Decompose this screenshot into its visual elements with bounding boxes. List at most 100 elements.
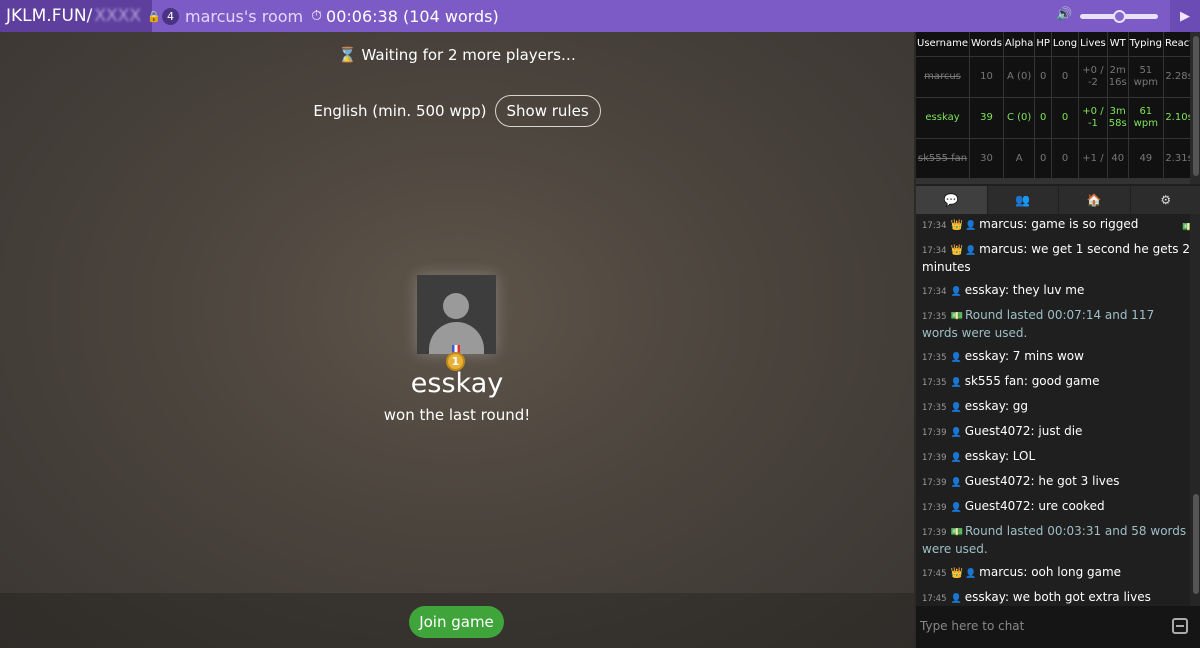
message-author[interactable]: esskay <box>965 449 1005 463</box>
chat-message: 17:35 👤 esskay: gg <box>922 396 1190 418</box>
message-author[interactable]: Guest4072 <box>965 499 1031 513</box>
message-time: 17:39 <box>922 453 947 463</box>
column-header[interactable]: HP <box>1034 32 1052 56</box>
cell-lives: +0 / -1 <box>1078 96 1108 138</box>
message-time: 17:39 <box>922 428 947 438</box>
tab-room[interactable]: 🏠 <box>1059 186 1131 214</box>
message-author[interactable]: esskay <box>965 399 1005 413</box>
round-timer: 00:06:38 (104 words) <box>326 6 499 26</box>
column-header[interactable]: Long <box>1051 32 1080 56</box>
chat-message: 17:35 👤 esskay: 7 mins wow <box>922 346 1190 368</box>
cell-username: sk555 fan <box>916 137 970 179</box>
user-icon: 👤 <box>950 378 962 388</box>
scrollbar-thumb[interactable] <box>1193 494 1199 594</box>
message-author[interactable]: marcus <box>979 217 1023 231</box>
message-author[interactable]: Guest4072 <box>965 424 1031 438</box>
cell-username: esskay <box>916 96 970 138</box>
room-name: marcus's room <box>185 6 304 26</box>
message-text: ure cooked <box>1038 499 1105 513</box>
winner-name: esskay <box>410 368 504 399</box>
stats-horizontal-scrollbar[interactable] <box>916 178 1190 184</box>
message-text: he got 3 lives <box>1038 474 1120 488</box>
user-icon: 👤 <box>950 287 962 297</box>
scrollbar-thumb[interactable] <box>1193 36 1199 176</box>
author-separator: : <box>1023 374 1032 388</box>
cell-words: 10 <box>969 55 1004 97</box>
chat-message: 17:34 👑 👤 marcus: we get 1 second he gets 2… <box>922 239 1190 277</box>
message-text: gg <box>1012 399 1029 413</box>
message-author[interactable]: marcus <box>979 565 1023 579</box>
stats-table-container[interactable]: Username Words Alpha HP Long Lives WT Typing Rea… <box>916 32 1200 184</box>
column-header[interactable]: WT <box>1107 32 1129 56</box>
message-time: 17:34 <box>922 246 947 256</box>
volume-slider-knob[interactable] <box>1113 10 1126 23</box>
volume-icon[interactable]: 🔊 <box>1056 7 1072 22</box>
join-game-button[interactable]: Join game <box>409 606 504 638</box>
tab-players[interactable]: 👥 <box>988 186 1059 214</box>
message-author[interactable]: sk555 fan <box>965 374 1024 388</box>
cell-long: 0 <box>1051 137 1080 179</box>
chat-input[interactable] <box>920 614 1160 638</box>
sidebar-toggle-button[interactable]: ▶ <box>1170 0 1200 32</box>
room-icon: 🏠 <box>1086 193 1102 207</box>
cell-lives: +1 / <box>1078 137 1108 179</box>
tab-chat[interactable]: 💬 <box>916 186 988 214</box>
message-time: 17:35 <box>922 378 947 388</box>
chat-message: 17:45 👑 👤 marcus: ooh long game <box>922 562 1190 584</box>
message-text: ooh long game <box>1031 565 1122 579</box>
stats-vertical-scrollbar[interactable] <box>1190 32 1200 184</box>
language-row: English (min. 500 wpp) Show rules <box>0 95 914 127</box>
sidebar: Username Words Alpha HP Long Lives WT Typing Rea… <box>914 32 1200 648</box>
room-code-box[interactable]: JKLM.FUN/ XXXX 🔒 <box>0 0 161 32</box>
message-author[interactable]: esskay <box>965 590 1005 604</box>
message-author[interactable]: esskay <box>965 283 1005 297</box>
cell-wt: 40 <box>1107 137 1129 179</box>
message-author[interactable]: marcus <box>979 242 1023 256</box>
chat-scrollbar[interactable] <box>1190 214 1200 606</box>
volume-slider[interactable] <box>1080 10 1158 23</box>
crown-icon: 👑 <box>950 245 963 256</box>
top-bar: JKLM.FUN/ XXXX 🔒 4 marcus's room ⏱ 00:06… <box>0 0 1200 32</box>
user-icon: 👤 <box>950 478 962 488</box>
user-icon: 👤 <box>964 569 977 579</box>
text-scan-icon[interactable] <box>1172 618 1188 634</box>
crown-icon: 👑 <box>950 568 963 579</box>
lock-icon[interactable]: 🔒 <box>147 10 161 23</box>
cell-long: 0 <box>1051 55 1080 97</box>
language-label: English (min. 500 wpp) <box>313 102 487 120</box>
message-time: 17:35 <box>922 312 947 322</box>
message-time: 17:34 <box>922 221 947 231</box>
chat-input-bar <box>916 606 1200 648</box>
user-icon: 👤 <box>964 246 977 256</box>
cell-typing: 49 <box>1128 137 1164 179</box>
timer-icon: ⏱ <box>311 8 323 24</box>
author-separator: : <box>1004 399 1013 413</box>
column-header[interactable]: Typing <box>1128 32 1164 56</box>
message-time: 17:34 <box>922 287 947 297</box>
author-separator: : <box>1004 349 1013 363</box>
cell-wt: 2m 16s <box>1107 55 1129 97</box>
column-header[interactable]: Alpha <box>1003 32 1036 56</box>
column-header[interactable]: Username <box>916 32 970 56</box>
message-time: 17:39 <box>922 503 947 513</box>
message-author[interactable]: esskay <box>965 349 1005 363</box>
message-time: 17:39 <box>922 478 947 488</box>
chat-message: 17:39 👤 Guest4072: he got 3 lives <box>922 471 1190 493</box>
cash-icon: 💵 <box>950 527 963 538</box>
message-text: 7 mins wow <box>1012 349 1084 363</box>
author-separator: : <box>1004 449 1013 463</box>
tab-settings[interactable]: ⚙ <box>1131 186 1200 214</box>
winner-avatar <box>417 275 496 354</box>
chat-message: 17:35 👤 sk555 fan: good game <box>922 371 1190 393</box>
user-icon: 👤 <box>950 594 962 604</box>
message-time: 17:45 <box>922 594 947 604</box>
player-row: sk555 fan 30 A 0 0 +1 /40 49 2.31s <box>916 137 1196 179</box>
cell-alpha: A (0) <box>1003 55 1036 97</box>
user-icon: 👤 <box>950 353 962 363</box>
column-header[interactable]: Words <box>969 32 1004 56</box>
message-author[interactable]: Guest4072 <box>965 474 1031 488</box>
message-text: good game <box>1031 374 1100 388</box>
chat-message: 17:39 👤 Guest4072: just die <box>922 421 1190 443</box>
column-header[interactable]: Lives <box>1078 32 1108 56</box>
show-rules-button[interactable]: Show rules <box>494 95 601 127</box>
